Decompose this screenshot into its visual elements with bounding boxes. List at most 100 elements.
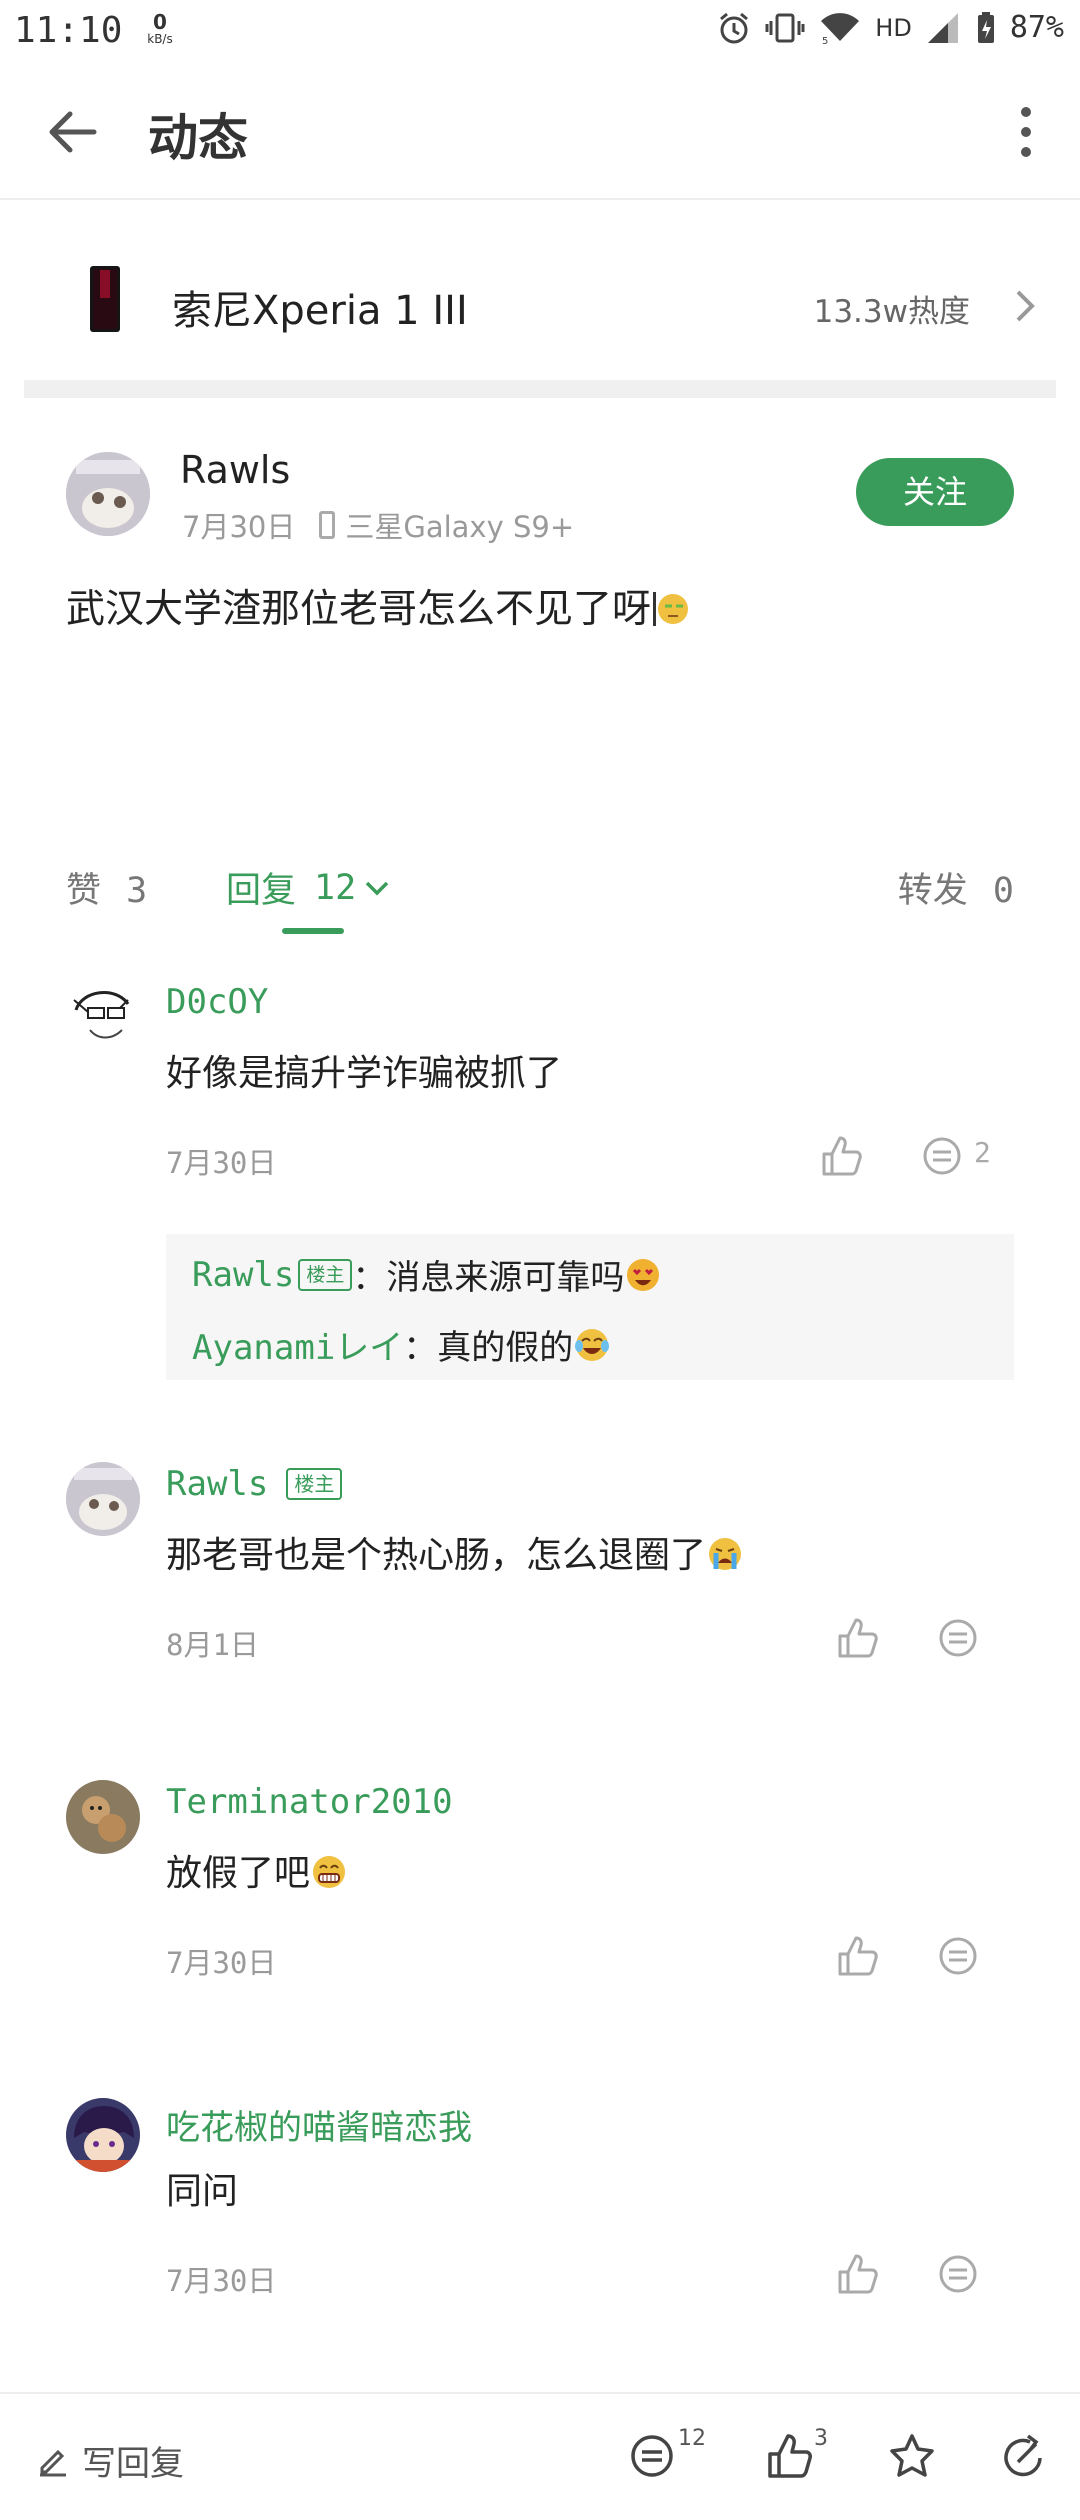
sub-replies-box[interactable]: Rawls 楼主 ：消息来源可靠吗 Ayanamiレイ ：真的假的 xyxy=(166,1234,1014,1380)
commenter-name-text: D0cOY xyxy=(166,982,269,1022)
sub-reply-text: ：消息来源可靠吗 xyxy=(352,1258,625,1298)
bottom-action-bar: 写回复 12 3 xyxy=(0,2392,1080,2520)
write-reply-label: 写回复 xyxy=(82,2444,184,2484)
comment-text-content: 那老哥也是个热心肠，怎么退圈了 xyxy=(166,1535,707,1576)
smirk-emoji-icon xyxy=(651,590,689,628)
crying-emoji-icon xyxy=(706,1535,744,1573)
device-topic-row[interactable]: 索尼Xperia 1 III 13.3w热度 xyxy=(0,236,1080,386)
tab-replies-label: 回复 xyxy=(226,871,297,911)
comment-date: 7月30日 xyxy=(166,1146,277,1180)
commenter-name[interactable]: 吃花椒的喵酱暗恋我 xyxy=(166,2100,472,2149)
comment-bubble-icon[interactable] xyxy=(920,1136,964,1176)
comment-text: 同问 xyxy=(166,2171,239,2212)
back-arrow-icon[interactable] xyxy=(44,104,100,160)
post-device: 三星Galaxy S9+ xyxy=(345,510,575,544)
device-name: 索尼Xperia 1 III xyxy=(172,288,468,334)
commenter-name-text: Rawls xyxy=(166,1464,269,1504)
section-divider xyxy=(24,380,1056,398)
tab-active-indicator xyxy=(282,928,344,934)
more-options-icon[interactable] xyxy=(1006,102,1046,162)
battery-percentage: 87% xyxy=(1009,10,1064,45)
commenter-name[interactable]: Rawls 楼主 xyxy=(166,1464,343,1504)
chevron-right-icon xyxy=(1016,290,1035,322)
tab-replies[interactable]: 回复 12 xyxy=(226,862,390,913)
comment-text: 好像是搞升学诈骗被抓了 xyxy=(166,1053,563,1094)
sub-reply[interactable]: Rawls 楼主 ：消息来源可靠吗 xyxy=(192,1250,662,1299)
commenter-avatar[interactable] xyxy=(66,1462,140,1536)
comment-item: Rawls 楼主 那老哥也是个热心肠，怎么退圈了 8月1日 xyxy=(0,1462,1080,1662)
commenter-name-text: 吃花椒的喵酱暗恋我 xyxy=(166,2108,472,2148)
thumbs-up-icon[interactable] xyxy=(820,1134,864,1178)
comment-text: 放假了吧 xyxy=(166,1844,348,1896)
commenter-name[interactable]: Terminator2010 xyxy=(166,1782,453,1822)
comment-item: D0cOY 好像是搞升学诈骗被抓了 7月30日 2 Rawls 楼主 ：消息来源… xyxy=(0,980,1080,1400)
device-heat: 13.3w热度 xyxy=(813,294,970,330)
tab-likes-label: 赞 xyxy=(66,871,102,911)
commenter-avatar[interactable] xyxy=(66,980,140,1054)
comment-date: 7月30日 xyxy=(166,1946,277,1980)
tab-forwards-label: 转发 xyxy=(897,871,968,911)
svg-text:5: 5 xyxy=(822,36,828,45)
grin-emoji-icon xyxy=(310,1853,348,1891)
phone-thumbnail xyxy=(90,266,120,332)
commenter-name-text: Terminator2010 xyxy=(166,1782,453,1822)
status-time: 11:10 xyxy=(14,10,123,51)
post-content: 武汉大学渣那位老哥怎么不见了呀 xyxy=(66,578,689,634)
phone-icon xyxy=(319,511,336,539)
net-speed-value: 0 xyxy=(153,10,167,34)
status-icons: 5 HD 87% xyxy=(717,10,1064,45)
share-icon[interactable] xyxy=(1000,2432,1048,2480)
comment-date: 8月1日 xyxy=(166,1628,259,1662)
laugh-cry-emoji-icon xyxy=(573,1326,611,1364)
comment-icon[interactable] xyxy=(628,2432,676,2480)
thumbs-up-icon[interactable] xyxy=(836,1616,880,1660)
net-speed-unit: kB/s xyxy=(147,32,173,46)
net-speed: 0 kB/s xyxy=(140,12,180,46)
comment-bubble-icon[interactable] xyxy=(936,1936,980,1976)
signal-icon xyxy=(927,12,958,43)
comment-reply-count: 2 xyxy=(974,1136,991,1169)
sub-reply-author[interactable]: Rawls xyxy=(192,1255,294,1295)
star-struck-emoji-icon xyxy=(624,1256,662,1294)
comment-bubble-icon[interactable] xyxy=(936,1618,980,1658)
page-title: 动态 xyxy=(148,109,248,167)
thumbs-up-icon[interactable] xyxy=(836,2252,880,2296)
write-reply-button[interactable]: 写回复 xyxy=(36,2436,184,2485)
tab-likes-count: 3 xyxy=(126,871,148,911)
pencil-icon xyxy=(40,2449,66,2476)
tab-replies-count: 12 xyxy=(314,867,357,908)
op-badge: 楼主 xyxy=(298,1258,353,1291)
post-author-name[interactable]: Rawls xyxy=(180,448,290,492)
commenter-avatar[interactable] xyxy=(66,1780,140,1854)
status-bar: 11:10 0 kB/s 5 HD 87% xyxy=(0,0,1080,64)
app-bar: 动态 xyxy=(0,64,1080,200)
post-text: 武汉大学渣那位老哥怎么不见了呀 xyxy=(66,587,652,632)
comment-bubble-icon[interactable] xyxy=(936,2254,980,2294)
alarm-icon xyxy=(720,12,749,43)
commenter-avatar[interactable] xyxy=(66,2098,140,2172)
thumbs-up-icon[interactable] xyxy=(766,2432,814,2480)
post-author-avatar[interactable] xyxy=(66,452,150,536)
post-meta: 7月30日 三星Galaxy S9+ xyxy=(182,504,574,546)
tab-likes[interactable]: 赞 3 xyxy=(66,862,147,913)
like-count: 3 xyxy=(814,2426,828,2451)
commenter-name[interactable]: D0cOY xyxy=(166,982,268,1022)
post-date: 7月30日 xyxy=(182,510,296,544)
sub-reply-author[interactable]: Ayanamiレイ xyxy=(192,1320,403,1369)
chevron-down-icon xyxy=(365,881,389,895)
tab-forwards-count: 0 xyxy=(992,871,1014,911)
comment-item: 吃花椒的喵酱暗恋我 同问 7月30日 xyxy=(0,2098,1080,2298)
battery-icon xyxy=(977,11,994,43)
follow-button[interactable]: 关注 xyxy=(856,458,1014,526)
tab-forwards[interactable]: 转发 0 xyxy=(898,862,1014,913)
op-badge: 楼主 xyxy=(286,1468,343,1500)
star-icon[interactable] xyxy=(888,2432,936,2480)
sub-reply[interactable]: Ayanamiレイ ：真的假的 xyxy=(192,1320,611,1369)
comment-text-content: 放假了吧 xyxy=(166,1853,311,1894)
sub-reply-text: ：真的假的 xyxy=(403,1328,574,1368)
thumbs-up-icon[interactable] xyxy=(836,1934,880,1978)
network-type-label: HD xyxy=(875,13,912,42)
vibrate-icon xyxy=(765,13,805,42)
comment-count: 12 xyxy=(678,2426,706,2451)
wifi-icon: 5 xyxy=(821,12,860,45)
